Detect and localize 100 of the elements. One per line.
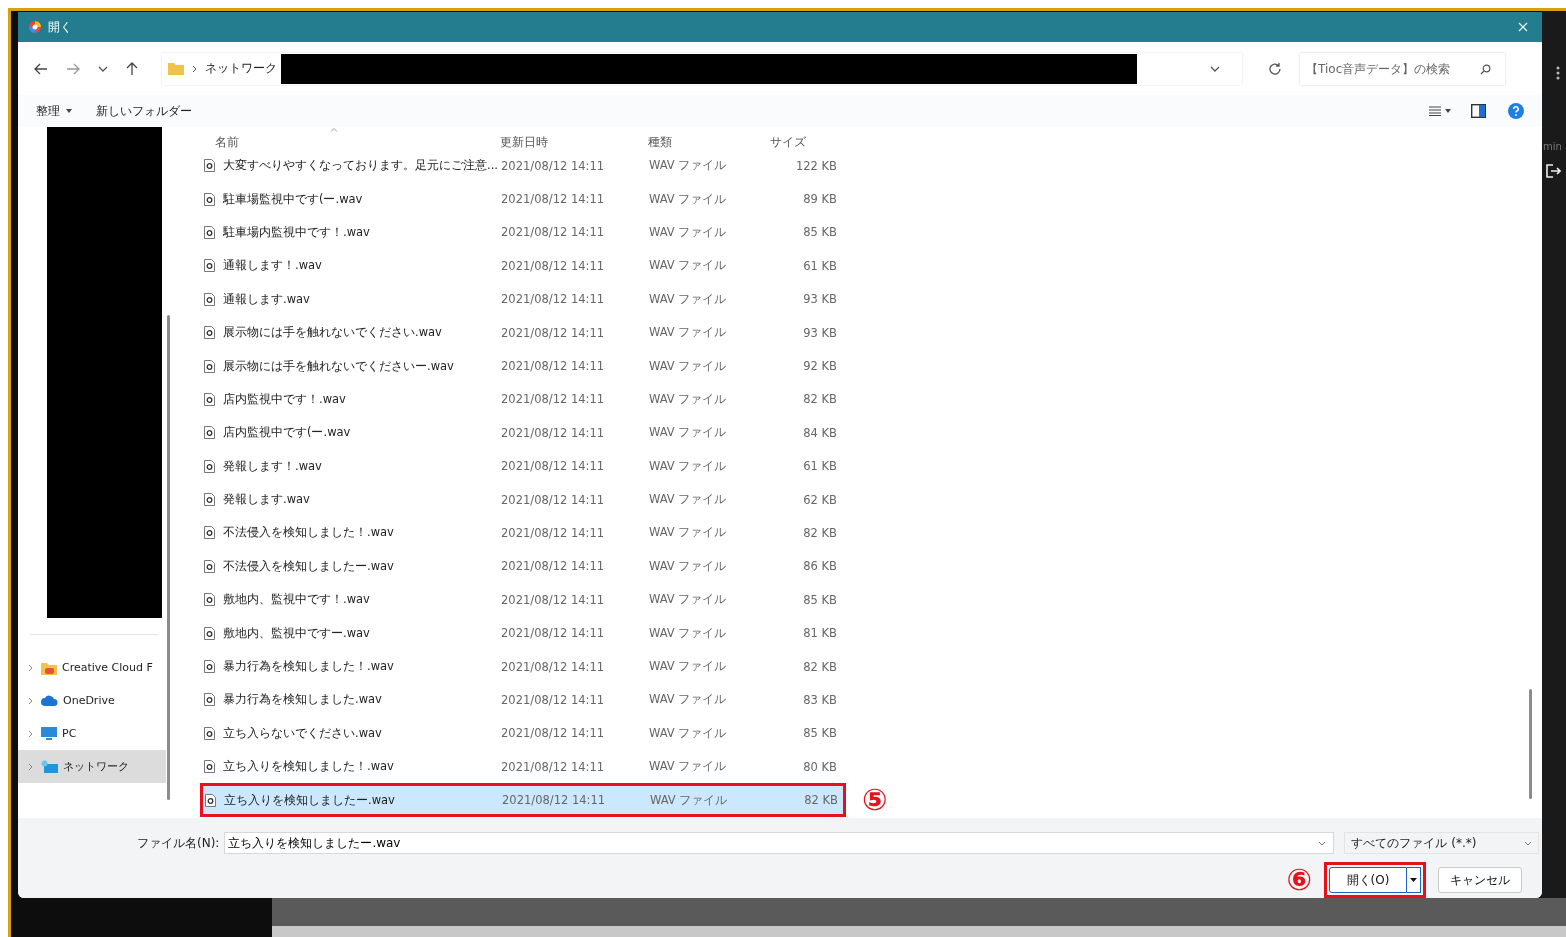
sidebar-item[interactable]: OneDrive bbox=[18, 684, 166, 717]
file-row[interactable]: 店内監視中です(ー.wav 2021/08/12 14:11 WAV ファイル 84 KB bbox=[202, 418, 844, 448]
file-row[interactable]: 立ち入らないでください.wav 2021/08/12 14:11 WAV ファイル 85 KB bbox=[202, 718, 844, 749]
file-name-field[interactable]: 立ち入りを検知しましたー.wav bbox=[224, 832, 1335, 854]
file-row[interactable]: 敷地内、監視中です！.wav 2021/08/12 14:11 WAV ファイル 85 KB bbox=[202, 585, 844, 615]
file-row[interactable]: 展示物には手を触れないでください.wav 2021/08/12 14:11 WAV ファイル 93 KB bbox=[202, 317, 844, 348]
modified-date: 2021/08/12 14:11 bbox=[501, 526, 606, 540]
chevron-down-icon[interactable] bbox=[98, 65, 108, 72]
address-bar[interactable]: ネットワーク bbox=[162, 52, 1242, 85]
file-size: 85 KB bbox=[802, 225, 837, 240]
annotation-number: ⑥ bbox=[1286, 865, 1312, 895]
preview-pane-icon[interactable] bbox=[1471, 104, 1486, 118]
file-row[interactable]: 発報します！.wav 2021/08/12 14:11 WAV ファイル 61 KB bbox=[202, 451, 844, 481]
open-button[interactable]: 開く(O) bbox=[1329, 867, 1407, 893]
column-header[interactable]: 種類 bbox=[648, 134, 672, 151]
file-name: 立ち入らないでください.wav bbox=[223, 725, 383, 741]
file-name: 暴力行為を検知しました！.wav bbox=[223, 659, 395, 675]
file-type-dropdown[interactable]: すべてのファイル (*.*) bbox=[1344, 832, 1540, 854]
modified-date: 2021/08/12 14:11 bbox=[501, 359, 606, 374]
column-header[interactable]: サイズ bbox=[770, 134, 806, 151]
file-size: 80 KB bbox=[802, 759, 837, 774]
open-dropdown-button[interactable] bbox=[1407, 867, 1421, 893]
file-row[interactable]: 駐車場監視中です(ー.wav 2021/08/12 14:11 WAV ファイル 89 KB bbox=[202, 184, 844, 214]
file-row[interactable]: 店内監視中です！.wav 2021/08/12 14:11 WAV ファイル 82 KB bbox=[202, 384, 844, 415]
more-icon[interactable] bbox=[1556, 66, 1560, 80]
sidebar-item[interactable]: PC bbox=[18, 717, 166, 750]
file-icon bbox=[205, 793, 216, 807]
dropdown-caret-icon bbox=[66, 109, 72, 113]
file-size: 122 KB bbox=[794, 158, 837, 173]
file-icon bbox=[204, 292, 215, 306]
file-size: 92 KB bbox=[802, 359, 837, 374]
file-size: 86 KB bbox=[802, 559, 837, 574]
close-icon[interactable] bbox=[1518, 22, 1528, 32]
file-type: WAV ファイル bbox=[650, 792, 729, 808]
chevron-right-icon bbox=[192, 64, 197, 73]
file-type: WAV ファイル bbox=[649, 692, 728, 708]
sidebar-item[interactable]: Creative Cloud F bbox=[18, 651, 166, 684]
file-row[interactable]: 通報します.wav 2021/08/12 14:11 WAV ファイル 93 KB bbox=[202, 284, 844, 314]
file-row[interactable]: 不法侵入を検知しましたー.wav 2021/08/12 14:11 WAV ファイル 86 KB bbox=[202, 551, 844, 582]
view-menu-icon[interactable] bbox=[1429, 106, 1441, 116]
refresh-icon[interactable] bbox=[1268, 61, 1282, 76]
file-row[interactable]: 駐車場内監視中です！.wav 2021/08/12 14:11 WAV ファイル 85 KB bbox=[202, 217, 844, 248]
organize-menu[interactable]: 整理 bbox=[34, 100, 62, 122]
dropdown-caret-icon[interactable] bbox=[1445, 109, 1451, 113]
file-row[interactable]: 立ち入りを検知しました！.wav 2021/08/12 14:11 WAV ファイル 80 KB bbox=[202, 752, 844, 782]
file-size: 84 KB bbox=[802, 425, 837, 440]
chevron-right-icon[interactable] bbox=[28, 663, 33, 672]
chevron-right-icon[interactable] bbox=[28, 729, 33, 738]
modified-date: 2021/08/12 14:11 bbox=[501, 626, 606, 641]
modified-date: 2021/08/12 14:11 bbox=[501, 492, 606, 507]
file-type: WAV ファイル bbox=[649, 291, 728, 307]
chevron-down-icon bbox=[1524, 840, 1533, 846]
column-header[interactable]: 更新日時 bbox=[500, 134, 548, 151]
up-arrow-icon[interactable] bbox=[126, 61, 138, 76]
chevron-down-icon bbox=[1318, 841, 1327, 846]
file-size: 61 KB bbox=[802, 459, 837, 474]
sidebar-item[interactable]: ネットワーク bbox=[18, 750, 166, 783]
modified-date: 2021/08/12 14:11 bbox=[501, 325, 606, 340]
file-size: 82 KB bbox=[802, 659, 837, 674]
file-type: WAV ファイル bbox=[649, 492, 728, 508]
modified-date: 2021/08/12 14:11 bbox=[501, 292, 606, 307]
file-size: 83 KB bbox=[802, 692, 837, 707]
file-name: 店内監視中です！.wav bbox=[223, 391, 347, 407]
exit-icon[interactable] bbox=[1545, 163, 1561, 179]
file-type: WAV ファイル bbox=[649, 224, 728, 240]
modified-date: 2021/08/12 14:11 bbox=[501, 158, 606, 173]
chevron-right-icon[interactable] bbox=[28, 696, 33, 705]
file-row[interactable]: 立ち入りを検知しましたー.wav 2021/08/12 14:11 WAV ファイル 82 KB bbox=[203, 786, 843, 814]
file-size: 82 KB bbox=[802, 526, 837, 540]
file-type: WAV ファイル bbox=[649, 258, 728, 274]
search-field[interactable]: 【Tioc音声データ】の検索 bbox=[1300, 52, 1505, 85]
file-row[interactable]: 通報します！.wav 2021/08/12 14:11 WAV ファイル 61 KB bbox=[202, 251, 844, 281]
help-icon[interactable] bbox=[1508, 103, 1524, 119]
file-type: WAV ファイル bbox=[649, 325, 728, 341]
column-header[interactable]: 名前 bbox=[215, 134, 239, 151]
back-arrow-icon[interactable] bbox=[34, 62, 48, 75]
file-icon bbox=[204, 459, 215, 473]
file-row[interactable]: 不法侵入を検知しました！.wav 2021/08/12 14:11 WAV ファイル 82 KB bbox=[202, 518, 844, 548]
chevron-right-icon[interactable] bbox=[28, 762, 33, 771]
file-row[interactable]: 展示物には手を触れないでくださいー.wav 2021/08/12 14:11 WAV ファイル 92 KB bbox=[202, 351, 844, 381]
file-type: WAV ファイル bbox=[649, 558, 728, 574]
file-row[interactable]: 暴力行為を検知しました.wav 2021/08/12 14:11 WAV ファイル 83 KB bbox=[202, 685, 844, 715]
breadcrumb-item[interactable]: ネットワーク bbox=[205, 60, 277, 77]
file-name: 発報します.wav bbox=[223, 492, 311, 508]
file-row[interactable]: 発報します.wav 2021/08/12 14:11 WAV ファイル 62 KB bbox=[202, 484, 844, 515]
file-row[interactable]: 大変すべりやすくなっております。足元にご注意... 2021/08/12 14:11 WAV ファイル 122 KB bbox=[202, 151, 844, 181]
forward-arrow-icon[interactable] bbox=[66, 62, 80, 75]
new-folder-button[interactable]: 新しいフォルダー bbox=[94, 100, 194, 122]
file-row[interactable]: 敷地内、監視中ですー.wav 2021/08/12 14:11 WAV ファイル 81 KB bbox=[202, 618, 844, 648]
file-type: WAV ファイル bbox=[649, 191, 728, 207]
file-size: 61 KB bbox=[802, 258, 837, 273]
file-row[interactable]: 暴力行為を検知しました！.wav 2021/08/12 14:11 WAV ファイル 82 KB bbox=[202, 651, 844, 682]
file-size: 81 KB bbox=[802, 626, 837, 641]
cancel-button[interactable]: キャンセル bbox=[1438, 867, 1522, 893]
chevron-down-icon[interactable] bbox=[1210, 65, 1220, 72]
file-type: WAV ファイル bbox=[649, 592, 728, 608]
file-type: WAV ファイル bbox=[649, 725, 728, 741]
cloud-icon bbox=[41, 695, 58, 706]
file-size: 89 KB bbox=[802, 192, 837, 207]
file-icon bbox=[204, 760, 215, 774]
